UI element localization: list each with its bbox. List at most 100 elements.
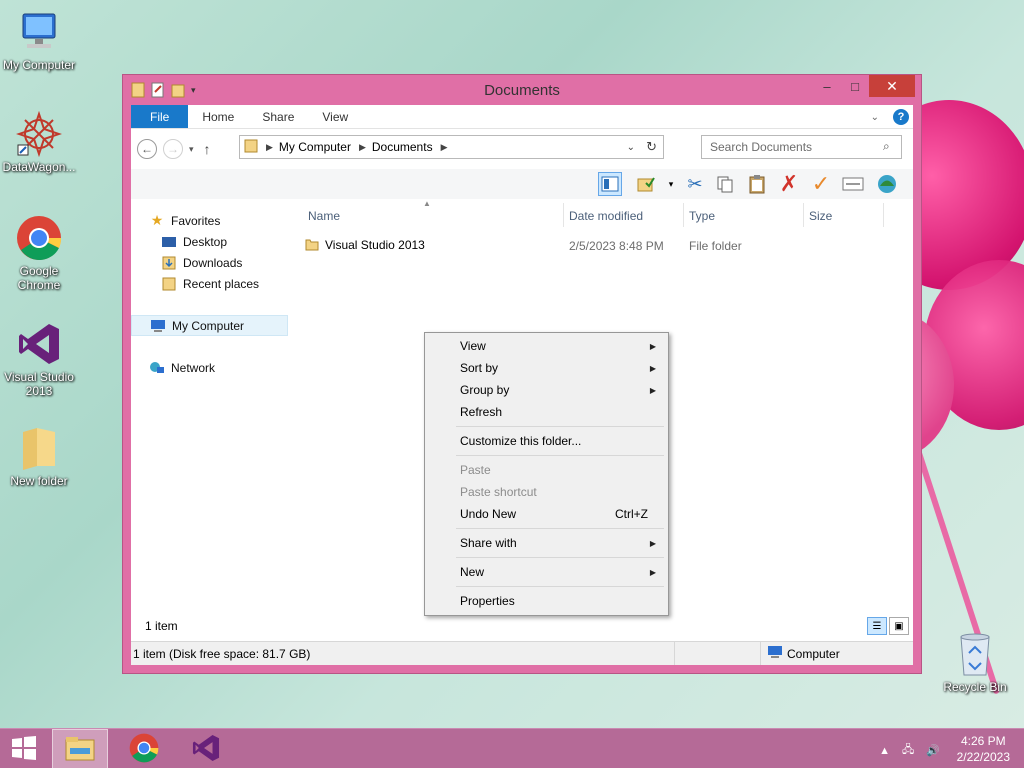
menu-item-undo-new[interactable]: Undo New Ctrl+Z: [427, 503, 666, 525]
breadcrumb-chevron-icon[interactable]: ▶: [359, 142, 366, 153]
status-disk-space: 1 item (Disk free space: 81.7 GB): [131, 642, 675, 665]
copy-icon[interactable]: [713, 172, 737, 196]
chrome-icon: [15, 214, 63, 262]
search-icon[interactable]: ⌕: [883, 139, 890, 154]
file-explorer-icon: [64, 734, 96, 765]
preview-pane-icon[interactable]: [598, 172, 622, 196]
folder-icon: [131, 82, 145, 98]
computer-icon: [150, 319, 166, 333]
menu-item-customize-folder[interactable]: Customize this folder...: [427, 430, 666, 452]
quick-access-toolbar: ▾: [131, 82, 196, 98]
nav-recent-places[interactable]: Recent places: [161, 273, 259, 294]
column-header-size[interactable]: Size: [809, 209, 832, 223]
breadcrumb-my-computer[interactable]: My Computer: [279, 140, 351, 154]
column-header-type[interactable]: Type: [689, 209, 715, 223]
minimize-button[interactable]: –: [813, 75, 841, 97]
qat-dropdown-icon[interactable]: ▾: [191, 85, 196, 96]
taskbar-chrome[interactable]: [116, 729, 172, 768]
folder-options-icon[interactable]: [634, 172, 658, 196]
tab-share[interactable]: Share: [248, 105, 308, 128]
clock[interactable]: 4:26 PM 2/22/2023: [957, 733, 1010, 765]
taskbar-visual-studio[interactable]: [178, 729, 234, 768]
recycle-bin-icon: [951, 630, 999, 678]
navigation-pane: ★ Favorites Desktop Downloads Recent pla…: [131, 201, 291, 625]
submenu-arrow-icon: ▶: [649, 385, 656, 395]
delete-icon[interactable]: ✗: [777, 171, 801, 196]
menu-item-new[interactable]: New ▶: [427, 561, 666, 583]
menu-item-view[interactable]: View ▶: [427, 335, 666, 357]
menu-item-properties[interactable]: Properties: [427, 590, 666, 612]
details-view-icon[interactable]: ☰: [867, 617, 887, 635]
menu-item-paste[interactable]: Paste: [427, 459, 666, 481]
start-button[interactable]: [0, 729, 48, 768]
nav-desktop[interactable]: Desktop: [161, 231, 227, 252]
nav-favorites[interactable]: ★ Favorites: [149, 210, 221, 231]
address-bar[interactable]: ▶ My Computer ▶ Documents ▶ ⌄ ↻: [239, 135, 664, 159]
nav-network[interactable]: Network: [149, 357, 215, 378]
forward-button[interactable]: →: [163, 139, 183, 159]
desktop-icon-datawagon[interactable]: DataWagon...: [0, 110, 78, 174]
show-hidden-icons-icon[interactable]: ▲: [879, 745, 890, 757]
menu-item-share-with[interactable]: Share with ▶: [427, 532, 666, 554]
file-type: File folder: [689, 239, 742, 253]
properties-icon[interactable]: [841, 172, 865, 196]
close-button[interactable]: ✕: [869, 75, 915, 97]
network-globe-icon[interactable]: [875, 172, 899, 196]
volume-icon[interactable]: 🔊: [926, 744, 940, 757]
address-dropdown-icon[interactable]: ⌄: [627, 142, 635, 153]
desktop-icon: [161, 235, 177, 249]
desktop-icon-new-folder[interactable]: New folder: [0, 424, 78, 488]
large-icons-view-icon[interactable]: ▣: [889, 617, 909, 635]
star-icon: ★: [150, 212, 164, 228]
options-dropdown-icon[interactable]: ▾: [659, 172, 683, 196]
folder-icon: [15, 424, 63, 472]
menu-item-refresh[interactable]: Refresh: [427, 401, 666, 423]
menu-item-group-by[interactable]: Group by ▶: [427, 379, 666, 401]
column-header-name[interactable]: Name: [308, 209, 340, 223]
tab-home[interactable]: Home: [188, 105, 248, 128]
nav-downloads[interactable]: Downloads: [161, 252, 242, 273]
help-button[interactable]: ?: [893, 109, 909, 125]
windows-logo-icon: [11, 735, 37, 764]
table-row[interactable]: Visual Studio 2013: [305, 235, 425, 255]
desktop-icon-chrome[interactable]: Google Chrome: [0, 214, 78, 292]
folder-icon: [305, 237, 319, 254]
rename-check-icon[interactable]: ✓: [809, 171, 833, 196]
maximize-button[interactable]: □: [841, 75, 869, 97]
nav-my-computer[interactable]: My Computer: [131, 315, 288, 336]
properties-icon[interactable]: [151, 82, 165, 98]
column-header-date[interactable]: Date modified: [569, 209, 643, 223]
breadcrumb-chevron-icon[interactable]: ▶: [441, 142, 448, 153]
submenu-arrow-icon: ▶: [649, 341, 656, 351]
ribbon-tabs: File Home Share View ⌄ ?: [131, 105, 913, 129]
computer-icon: [767, 645, 783, 662]
up-button[interactable]: ↑: [204, 141, 211, 157]
submenu-arrow-icon: ▶: [649, 363, 656, 373]
desktop-icon-recycle-bin[interactable]: Recycle Bin: [936, 630, 1014, 694]
recent-locations-icon[interactable]: ▾: [189, 144, 194, 155]
recent-places-icon: [161, 277, 177, 291]
breadcrumb-documents[interactable]: Documents: [372, 140, 433, 154]
taskbar-file-explorer[interactable]: [52, 729, 108, 768]
cut-icon[interactable]: ✂: [683, 172, 707, 196]
ribbon-expand-icon[interactable]: ⌄: [871, 112, 879, 123]
clock-time: 4:26 PM: [960, 734, 1006, 748]
menu-item-sort-by[interactable]: Sort by ▶: [427, 357, 666, 379]
breadcrumb-chevron-icon[interactable]: ▶: [266, 142, 273, 153]
desktop-icon-visual-studio[interactable]: Visual Studio 2013: [0, 320, 78, 398]
menu-item-paste-shortcut[interactable]: Paste shortcut: [427, 481, 666, 503]
desktop-icon-my-computer[interactable]: My Computer: [0, 8, 78, 72]
my-computer-icon: [15, 8, 63, 56]
title-bar[interactable]: ▾ Documents – □ ✕: [123, 75, 921, 105]
downloads-icon: [161, 256, 177, 270]
search-input[interactable]: Search Documents: [701, 135, 902, 159]
new-folder-icon[interactable]: [171, 82, 185, 98]
back-button[interactable]: ←: [137, 139, 157, 159]
refresh-icon[interactable]: ↻: [646, 139, 657, 155]
network-icon: [149, 361, 165, 375]
chrome-icon: [129, 733, 159, 766]
tab-file[interactable]: File: [131, 105, 189, 128]
tab-view[interactable]: View: [308, 105, 362, 128]
paste-icon[interactable]: [745, 172, 769, 196]
network-status-icon[interactable]: 🖧: [902, 741, 914, 760]
